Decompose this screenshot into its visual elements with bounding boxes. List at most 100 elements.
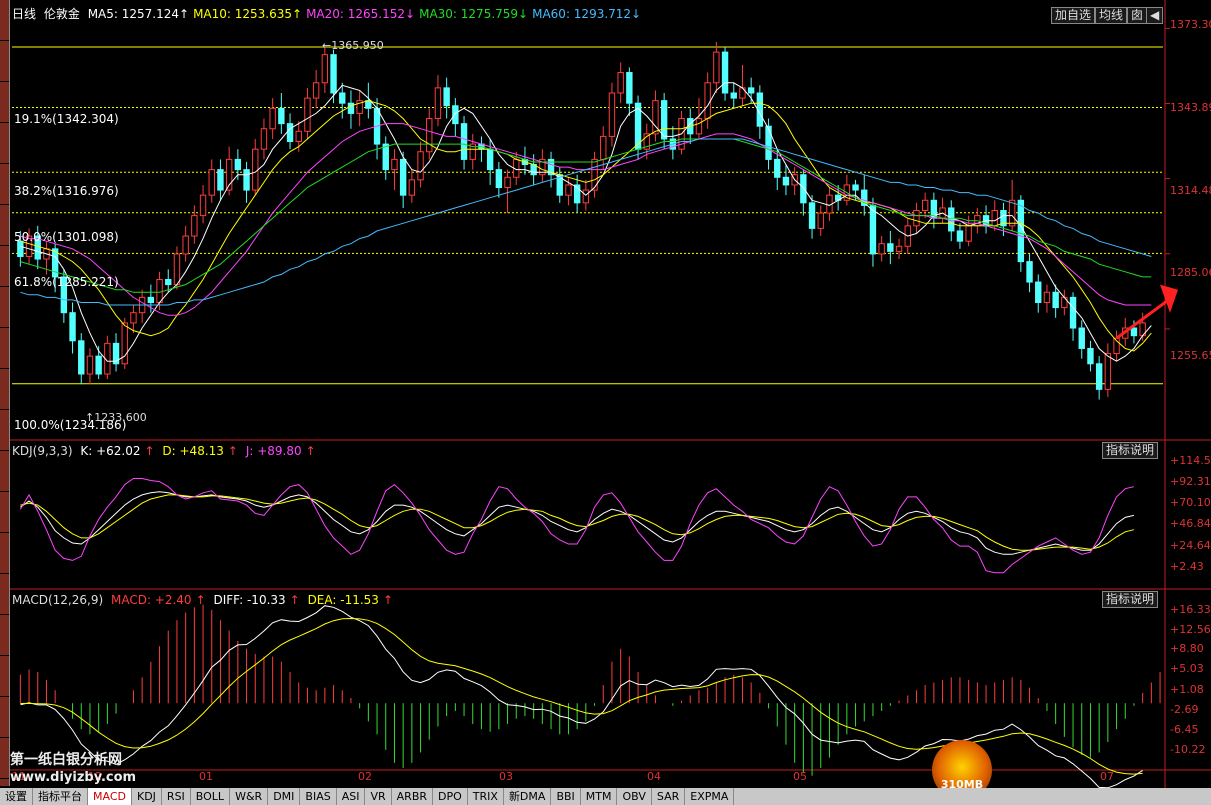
tab-3[interactable]: KDJ (132, 788, 162, 805)
ma-legend-item: MA60: 1293.712↓ (532, 7, 642, 21)
price-tick-2: 1343.89 (1170, 101, 1211, 114)
watermark-url: www.diyizby.com (10, 770, 137, 785)
candle-body (339, 92, 346, 104)
tab-7[interactable]: DMI (268, 788, 301, 805)
candle-body (147, 296, 155, 303)
candle-body (617, 72, 624, 94)
candle-body (956, 230, 964, 242)
tab-0[interactable]: 设置 (0, 788, 33, 805)
candle-body (330, 54, 337, 94)
candle-body (86, 355, 94, 375)
tab-1[interactable]: 指标平台 (33, 788, 88, 805)
watermark-title: 第一纸白银分析网 (10, 752, 122, 768)
candle-body (608, 92, 616, 137)
candle-body (948, 207, 955, 232)
fib-label-618: 61.8%(1285.221) (14, 275, 119, 289)
candle-body (965, 225, 972, 242)
candle-body (1061, 296, 1068, 309)
kdj-tick-1: +114.5 (1170, 454, 1211, 467)
kdj-tick-3: +70.10 (1170, 496, 1211, 509)
candle-body (1069, 296, 1077, 329)
tab-19[interactable]: EXPMA (685, 788, 735, 805)
back-button[interactable]: ◀ (1146, 7, 1164, 24)
tab-18[interactable]: SAR (652, 788, 686, 805)
candle-body (78, 340, 85, 375)
candle-body (382, 143, 389, 171)
tab-4[interactable]: RSI (162, 788, 191, 805)
macd-tick-4: +5.03 (1170, 662, 1204, 675)
candle-body (391, 158, 398, 171)
kdj-name: KDJ(9,3,3) (12, 444, 73, 458)
tab-15[interactable]: BBI (551, 788, 581, 805)
candle-body (182, 235, 189, 255)
candle-body (417, 151, 424, 181)
x-tick-apr: 04 (647, 770, 661, 783)
tab-2[interactable]: MACD (88, 788, 132, 805)
tab-8[interactable]: BIAS (300, 788, 337, 805)
home-button[interactable]: 囱 (1127, 7, 1148, 24)
candle-body (660, 100, 668, 140)
macd-tick-2: +12.56 (1170, 623, 1211, 636)
candle-body (408, 179, 416, 196)
candle-body (713, 51, 720, 84)
candle-body (399, 158, 407, 196)
tab-14[interactable]: 新DMA (504, 788, 552, 805)
candle-body (1087, 347, 1094, 365)
tab-5[interactable]: BOLL (191, 788, 231, 805)
tab-13[interactable]: TRIX (468, 788, 504, 805)
macd-indicator-help-button[interactable]: 指标说明 (1102, 591, 1159, 608)
candle-body (1035, 281, 1042, 303)
kdj-indicator-help-button[interactable]: 指标说明 (1102, 442, 1159, 459)
candle-body (695, 118, 703, 135)
candle-body (913, 210, 920, 227)
high-price-label: ←1365.950 (322, 39, 384, 52)
tab-9[interactable]: ASI (337, 788, 366, 805)
fib-label-500: 50.0%(1301.098) (14, 230, 119, 244)
candle-body (156, 278, 163, 303)
macd-tick-6: -2.69 (1170, 703, 1199, 716)
kdj-tick-5: +24.64 (1170, 539, 1211, 552)
candle-body (69, 312, 76, 342)
candle-body (1008, 199, 1016, 227)
low-price-label: ↑1233.600 (85, 411, 147, 424)
candle-body (878, 243, 885, 255)
candle-body (869, 204, 877, 255)
candle-body (1026, 261, 1033, 283)
tab-17[interactable]: OBV (617, 788, 652, 805)
candle-body (452, 105, 459, 125)
candle-body (217, 169, 224, 191)
candle-body (434, 87, 442, 120)
ma-legend-item: MA20: 1265.152↓ (306, 7, 416, 21)
tab-11[interactable]: ARBR (392, 788, 434, 805)
candle-body (165, 278, 172, 286)
candle-body (747, 87, 755, 94)
add-to-watchlist-button[interactable]: 加自选 (1051, 7, 1096, 24)
x-tick-jul: 07 (1100, 770, 1114, 783)
candle-body (173, 253, 181, 286)
candle-body (800, 174, 807, 204)
ma-line-ma30 (20, 138, 1152, 293)
candle-body (626, 72, 633, 104)
macd-tick-3: +8.80 (1170, 642, 1204, 655)
candle-body (565, 184, 572, 196)
price-tick-3: 1314.48 (1170, 184, 1211, 197)
ma-line-ma20 (20, 123, 1152, 316)
ma-legend-item: MA30: 1275.759↓ (419, 7, 529, 21)
candle-body (765, 125, 772, 160)
candle-body (460, 123, 468, 160)
kdj-header: KDJ(9,3,3) K: +62.02 ↑ D: +48.13 ↑ J: +89.… (12, 444, 316, 458)
candle-body (312, 82, 320, 99)
kdj-tick-4: +46.84 (1170, 517, 1211, 530)
tab-16[interactable]: MTM (581, 788, 618, 805)
tab-6[interactable]: W&R (230, 788, 269, 805)
candle-body (887, 243, 894, 252)
candle-body (600, 135, 607, 160)
candle-body (1043, 291, 1051, 303)
candle-body (895, 245, 903, 252)
tab-12[interactable]: DPO (433, 788, 468, 805)
moving-average-button[interactable]: 均线 (1095, 7, 1128, 24)
candle-body (95, 355, 102, 375)
fib-label-382: 38.2%(1316.976) (14, 184, 119, 198)
macd-name: MACD(12,26,9) (12, 593, 104, 607)
tab-10[interactable]: VR (365, 788, 392, 805)
